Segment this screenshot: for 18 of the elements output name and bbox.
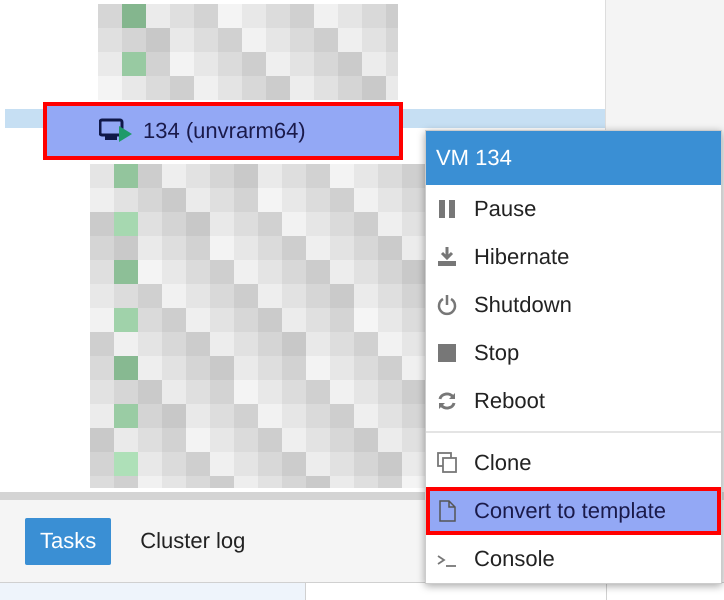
menu-item[interactable]: Hibernate — [426, 233, 721, 281]
menu-item[interactable]: Reboot — [426, 377, 721, 425]
download-icon — [436, 245, 458, 269]
tree-item[interactable]: 134 (unvrarm64) — [43, 102, 403, 160]
pause-icon — [436, 197, 458, 221]
menu-title: VM 134 — [426, 131, 721, 185]
menu-item[interactable]: Clone — [426, 439, 721, 487]
tree-item-label: 134 (unvrarm64) — [143, 118, 306, 144]
menu-item[interactable]: Pause — [426, 185, 721, 233]
power-icon — [436, 293, 458, 317]
stop-icon — [436, 341, 458, 365]
copy-icon — [436, 451, 458, 475]
menu-item[interactable]: Shutdown — [426, 281, 721, 329]
menu-item[interactable]: Stop — [426, 329, 721, 377]
tab[interactable]: Cluster log — [125, 518, 260, 564]
menu-item[interactable]: Console — [426, 535, 721, 583]
menu-item[interactable]: Convert to template — [426, 487, 721, 535]
vm-icon — [99, 118, 133, 144]
